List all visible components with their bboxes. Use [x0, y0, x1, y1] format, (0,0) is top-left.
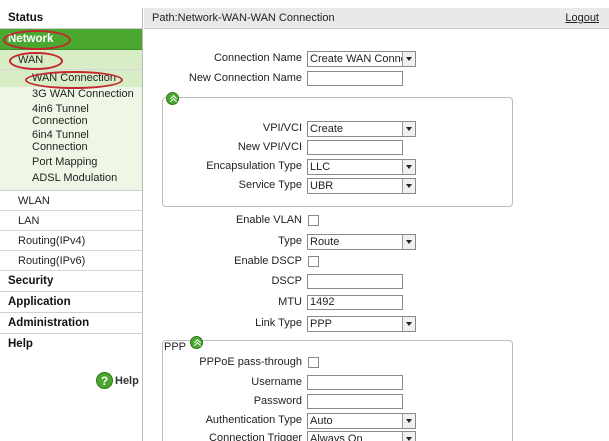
chevron-down-icon [402, 179, 415, 193]
logout-link[interactable]: Logout [565, 8, 599, 29]
sidebar-item-adsl-modulation[interactable]: ADSL Modulation [0, 170, 142, 186]
password-label: Password [253, 395, 302, 407]
encapsulation-type-select[interactable]: LLC [307, 159, 416, 175]
chevron-down-icon [402, 317, 415, 331]
chevron-down-icon [402, 432, 415, 441]
connection-trigger-value: Always On [310, 433, 363, 441]
sidebar-item-security[interactable]: Security [0, 271, 142, 292]
link-type-label: Link Type [255, 317, 302, 329]
vpi-vci-select[interactable]: Create [307, 121, 416, 137]
ppp-section-label: PPP [164, 341, 187, 353]
chevron-down-icon [402, 160, 415, 174]
dscp-label: DSCP [271, 275, 302, 287]
sidebar-item-routing-ipv6[interactable]: Routing(IPv6) [0, 251, 142, 271]
authentication-type-value: Auto [310, 415, 333, 427]
sidebar-item-status[interactable]: Status [0, 8, 142, 29]
sidebar-item-6in4-tunnel[interactable]: 6in4 Tunnel Connection [0, 128, 100, 154]
encapsulation-type-value: LLC [310, 161, 331, 173]
new-connection-name-input[interactable] [307, 71, 403, 86]
enable-vlan-checkbox[interactable] [308, 215, 319, 226]
highlight-circle-wan [9, 52, 63, 70]
authentication-type-label: Authentication Type [205, 414, 302, 426]
vpi-vci-value: Create [310, 123, 344, 135]
sidebar-item-application[interactable]: Application [0, 292, 142, 313]
link-type-value: PPP [310, 318, 333, 330]
connection-name-label: Connection Name [213, 52, 302, 64]
collapse-up-icon[interactable] [190, 336, 203, 349]
dscp-input[interactable] [307, 274, 403, 289]
collapse-up-icon[interactable] [166, 92, 179, 105]
type-label: Type [278, 235, 302, 247]
new-vpi-vci-input[interactable] [307, 140, 403, 155]
help-icon: ? [96, 372, 113, 389]
help-button[interactable]: ? Help [96, 372, 139, 389]
service-type-label: Service Type [238, 179, 302, 191]
service-type-value: UBR [310, 180, 334, 192]
pppoe-passthrough-checkbox[interactable] [308, 357, 319, 368]
sidebar-item-4in6-tunnel[interactable]: 4in6 Tunnel Connection [0, 102, 100, 128]
breadcrumb: Path:Network-WAN-WAN Connection Logout [144, 8, 609, 29]
help-button-label: Help [115, 374, 139, 387]
enable-vlan-label: Enable VLAN [235, 214, 302, 226]
sidebar-item-3g-wan-connection[interactable]: 3G WAN Connection [0, 87, 142, 102]
sidebar-item-administration[interactable]: Administration [0, 313, 142, 334]
username-label: Username [251, 376, 302, 388]
mtu-input[interactable]: 1492 [307, 295, 403, 310]
username-input[interactable] [307, 375, 403, 390]
chevron-down-icon [402, 235, 415, 249]
new-vpi-vci-label: New VPI/VCI [237, 141, 302, 153]
new-connection-name-label: New Connection Name [188, 72, 302, 84]
pppoe-passthrough-label: PPPoE pass-through [199, 356, 302, 368]
link-type-select[interactable]: PPP [307, 316, 416, 332]
password-input[interactable] [307, 394, 403, 409]
chevron-down-icon [402, 414, 415, 428]
chevron-down-icon [402, 122, 415, 136]
mtu-label: MTU [278, 296, 302, 308]
service-type-select[interactable]: UBR [307, 178, 416, 194]
connection-name-value: Create WAN Conne [310, 53, 407, 65]
highlight-circle-wan-connection [25, 71, 123, 89]
sidebar-item-wlan[interactable]: WLAN [0, 191, 142, 211]
vpi-vci-label: VPI/VCI [262, 122, 302, 134]
encapsulation-type-label: Encapsulation Type [206, 160, 302, 172]
sidebar-item-port-mapping[interactable]: Port Mapping [0, 154, 142, 170]
connection-trigger-label: Connection Trigger [209, 432, 302, 441]
sidebar-item-routing-ipv4[interactable]: Routing(IPv4) [0, 231, 142, 251]
authentication-type-select[interactable]: Auto [307, 413, 416, 429]
highlight-circle-network [3, 30, 71, 50]
connection-name-select[interactable]: Create WAN Conne [307, 51, 416, 67]
enable-dscp-label: Enable DSCP [234, 255, 302, 267]
sidebar-item-help[interactable]: Help [0, 334, 142, 355]
sidebar-item-lan[interactable]: LAN [0, 211, 142, 231]
chevron-down-icon [402, 52, 415, 66]
type-value: Route [310, 236, 340, 248]
type-select[interactable]: Route [307, 234, 416, 250]
connection-trigger-select[interactable]: Always On [307, 431, 416, 441]
breadcrumb-path: Path:Network-WAN-WAN Connection [152, 12, 335, 24]
enable-dscp-checkbox[interactable] [308, 256, 319, 267]
